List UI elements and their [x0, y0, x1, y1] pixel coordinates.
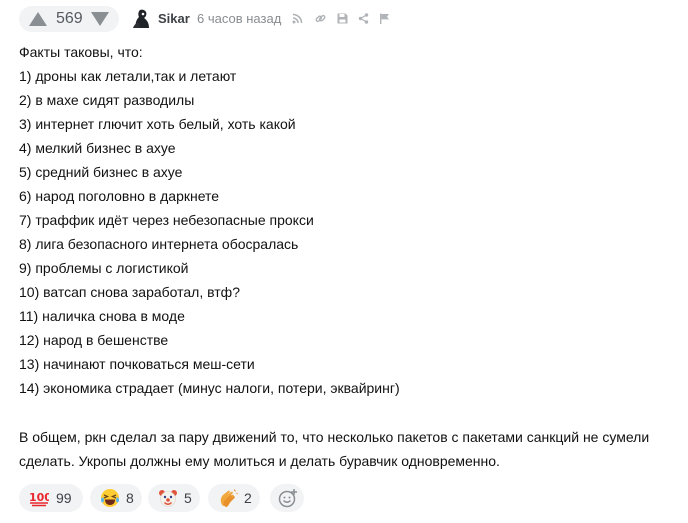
svg-text:100: 100	[29, 491, 49, 504]
vote-count: 569	[56, 10, 83, 27]
reaction-count: 8	[126, 490, 134, 506]
reaction-clown[interactable]: 5	[148, 484, 200, 512]
comment-timestamp[interactable]: 6 часов назад	[197, 11, 281, 26]
reaction-count: 2	[244, 490, 252, 506]
fact-item: 5) средний бизнес в ахуе	[19, 164, 183, 180]
downvote-arrow-icon[interactable]	[91, 12, 109, 26]
comment-conclusion-line-1: В общем, ркн сделал за пару движений то,…	[19, 429, 650, 445]
fact-item: 11) наличка снова в моде	[19, 308, 185, 324]
rolling-laughing-icon	[101, 489, 119, 507]
upvote-arrow-icon[interactable]	[29, 12, 47, 26]
fact-item: 14) экономика страдает (минус налоги, по…	[19, 380, 400, 396]
fact-item: 2) в махе сидят разводилы	[19, 92, 195, 108]
reaction-count: 5	[184, 490, 192, 506]
comment-header: 569 Sikar 6 часов назад	[0, 0, 688, 38]
fact-item: 8) лига безопасного интернета обосралась	[19, 236, 299, 252]
comment-intro: Факты таковы, что:	[19, 44, 143, 60]
fact-item: 7) траффик идёт через небезопасные прокс…	[19, 212, 314, 228]
avatar[interactable]	[130, 9, 152, 29]
fact-item: 4) мелкий бизнес в ахуе	[19, 140, 176, 156]
link-icon[interactable]	[315, 13, 326, 24]
clapping-hands-icon	[220, 489, 238, 507]
fact-item: 9) проблемы с логистикой	[19, 260, 189, 276]
fact-item: 3) интернет глючит хоть белый, хоть како…	[19, 116, 296, 132]
hundred-points-icon: 100	[29, 491, 49, 507]
reaction-hundred[interactable]: 100 99	[19, 484, 83, 512]
author-name[interactable]: Sikar	[158, 11, 190, 26]
fact-item: 1) дроны как летали,так и летают	[19, 68, 237, 84]
fact-item: 6) народ поголовно в даркнете	[19, 188, 220, 204]
vote-widget: 569	[19, 6, 119, 32]
reaction-clapping[interactable]: 2	[208, 484, 260, 512]
fact-item: 12) народ в бешенстве	[19, 332, 169, 348]
share-icon[interactable]	[358, 13, 369, 24]
fact-item: 13) начинают почковаться меш-сети	[19, 356, 255, 372]
add-emoji-icon	[278, 489, 297, 508]
reaction-count: 99	[56, 490, 72, 506]
reaction-laughing[interactable]: 8	[90, 484, 142, 512]
fact-item: 10) ватсап снова заработал, втф?	[19, 284, 240, 300]
flag-icon[interactable]	[379, 13, 390, 24]
save-icon[interactable]	[337, 13, 348, 24]
add-reaction-button[interactable]	[270, 484, 304, 512]
rss-icon[interactable]	[292, 13, 303, 24]
comment-conclusion-line-2: сделать. Укропы должны ему молиться и де…	[19, 453, 500, 469]
clown-face-icon	[159, 490, 177, 507]
